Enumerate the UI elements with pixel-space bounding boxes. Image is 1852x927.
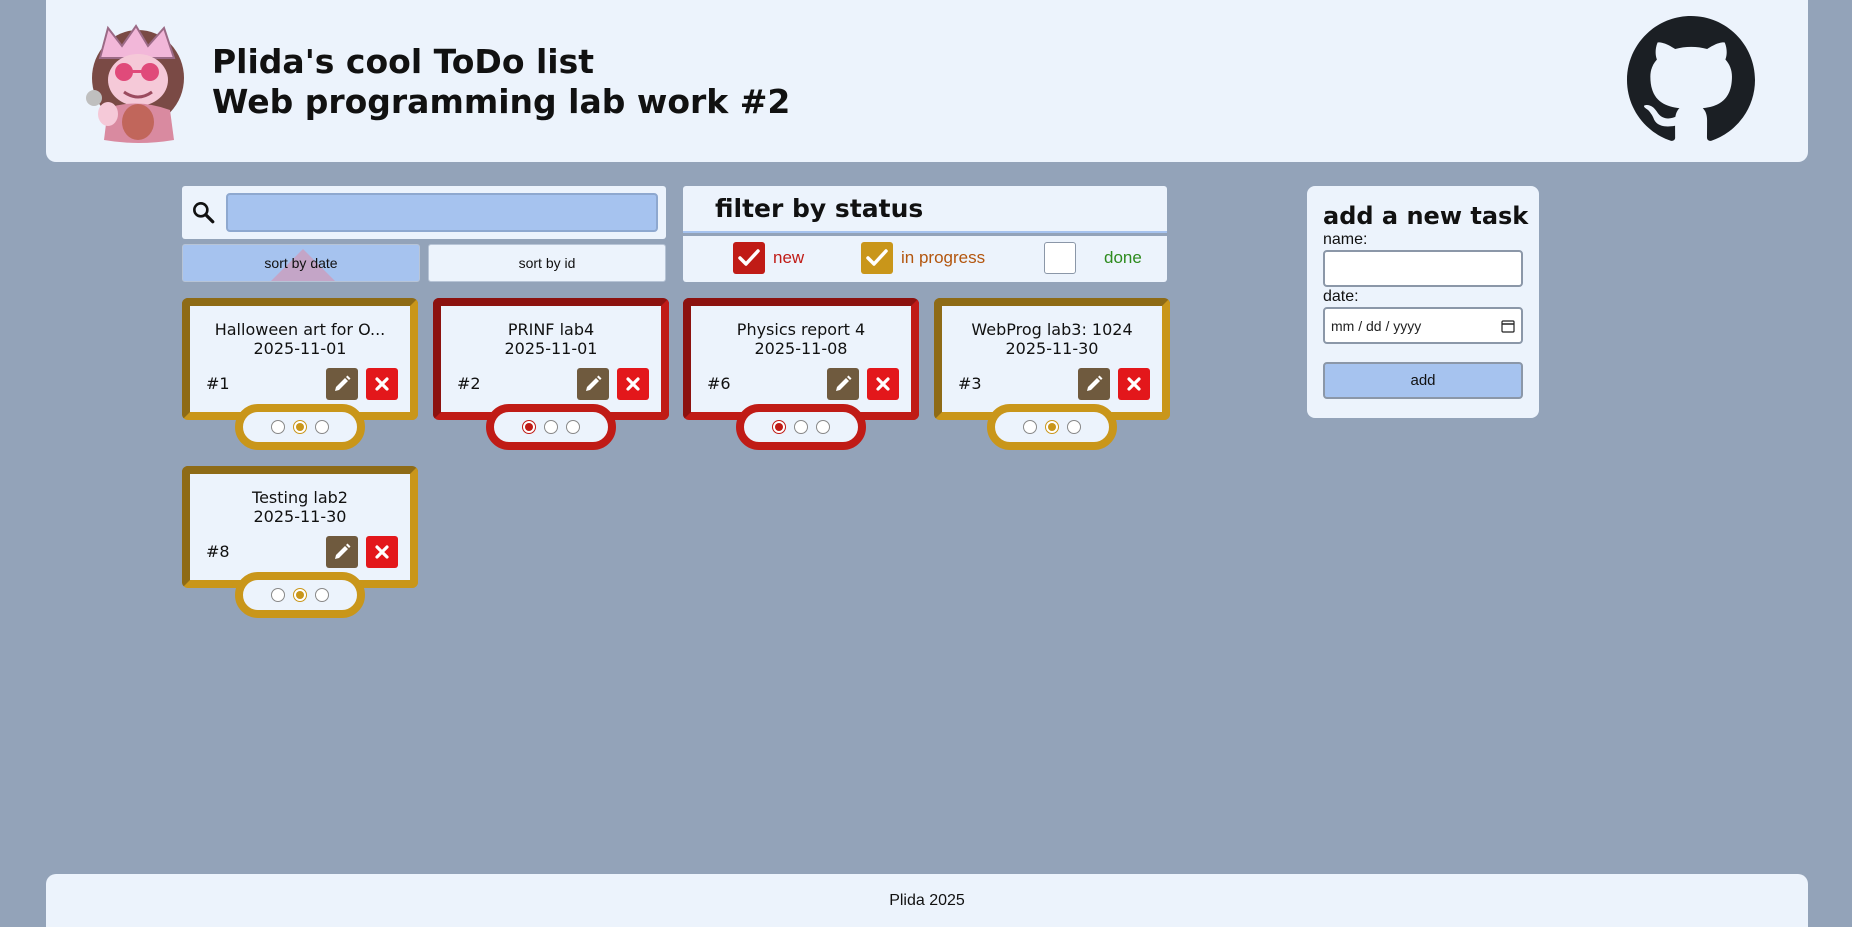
sort-by-date-button[interactable]: sort by date (182, 244, 420, 282)
delete-button[interactable] (1118, 368, 1150, 400)
status-radio-new[interactable] (522, 420, 536, 434)
delete-button[interactable] (366, 368, 398, 400)
filter-new-label: new (773, 248, 805, 267)
task-date: 2025-11-30 (1005, 339, 1099, 358)
task-name: Physics report 4 (736, 320, 866, 339)
status-selector (235, 572, 365, 618)
task-id: #8 (206, 542, 230, 561)
pencil-icon (335, 375, 351, 391)
sort-by-id-label: sort by id (518, 255, 576, 271)
status-radio-new[interactable] (1023, 420, 1037, 434)
close-icon (1127, 377, 1141, 391)
close-icon (626, 377, 640, 391)
delete-button[interactable] (617, 368, 649, 400)
close-icon (375, 545, 389, 559)
status-radio-done[interactable] (566, 420, 580, 434)
status-radio-in-progress[interactable] (293, 588, 307, 602)
date-placeholder: mm / dd / yyyy (1331, 317, 1422, 334)
task-date: 2025-11-01 (504, 339, 598, 358)
filter-title: filter by status (715, 194, 924, 223)
date-label: date: (1323, 288, 1359, 305)
calendar-icon[interactable] (1501, 319, 1515, 333)
status-selector (987, 404, 1117, 450)
task-card: Testing lab2 2025-11-30 #8 (182, 466, 418, 588)
filter-new-checkbox[interactable] (733, 242, 765, 274)
status-radio-done[interactable] (816, 420, 830, 434)
avatar (86, 24, 184, 143)
task-card: Physics report 4 2025-11-08 #6 (683, 298, 919, 420)
status-radio-new[interactable] (271, 420, 285, 434)
sort-by-date-label: sort by date (264, 255, 338, 271)
pencil-icon (836, 375, 852, 391)
search-icon (193, 202, 215, 224)
page-title: Plida's cool ToDo list (212, 42, 595, 81)
status-radio-in-progress[interactable] (293, 420, 307, 434)
task-name-field[interactable] (1323, 250, 1523, 287)
filter-header: filter by status (683, 186, 1167, 233)
status-radio-done[interactable] (1067, 420, 1081, 434)
close-icon (876, 377, 890, 391)
status-radio-done[interactable] (315, 588, 329, 602)
pencil-icon (586, 375, 602, 391)
add-task-panel: add a new task name: date: mm / dd / yyy… (1307, 186, 1539, 418)
filter-in-progress-checkbox[interactable] (861, 242, 893, 274)
footer-text: Plida 2025 (889, 891, 965, 909)
task-name: PRINF lab4 (507, 320, 595, 339)
task-id: #3 (958, 374, 982, 393)
task-card: WebProg lab3: 1024 2025-11-30 #3 (934, 298, 1170, 420)
edit-button[interactable] (326, 368, 358, 400)
task-date: 2025-11-30 (253, 507, 347, 526)
checkmark-icon (866, 249, 888, 266)
checkmark-icon (738, 249, 760, 266)
edit-button[interactable] (1078, 368, 1110, 400)
github-icon[interactable] (1626, 16, 1756, 144)
task-name: Halloween art for O... (214, 320, 386, 339)
page-footer: Plida 2025 (46, 874, 1808, 927)
add-task-title: add a new task (1323, 202, 1529, 230)
task-card: PRINF lab4 2025-11-01 #2 (433, 298, 669, 420)
edit-button[interactable] (577, 368, 609, 400)
sort-by-id-button[interactable]: sort by id (428, 244, 666, 282)
task-id: #1 (206, 374, 230, 393)
search-input[interactable] (226, 193, 658, 232)
task-id: #6 (707, 374, 731, 393)
status-radio-new[interactable] (772, 420, 786, 434)
status-radio-done[interactable] (315, 420, 329, 434)
add-task-button[interactable]: add (1323, 362, 1523, 399)
delete-button[interactable] (366, 536, 398, 568)
search-bar (182, 186, 666, 239)
status-selector (235, 404, 365, 450)
edit-button[interactable] (326, 536, 358, 568)
task-name: WebProg lab3: 1024 (971, 320, 1133, 339)
task-date-field[interactable]: mm / dd / yyyy (1323, 307, 1523, 344)
close-icon (375, 377, 389, 391)
delete-button[interactable] (867, 368, 899, 400)
task-name: Testing lab2 (252, 488, 348, 507)
filter-status-row: new in progress done (683, 236, 1167, 282)
task-card: Halloween art for O... 2025-11-01 #1 (182, 298, 418, 420)
status-radio-in-progress[interactable] (544, 420, 558, 434)
status-radio-in-progress[interactable] (1045, 420, 1059, 434)
task-date: 2025-11-08 (754, 339, 848, 358)
status-radio-new[interactable] (271, 588, 285, 602)
filter-done-label: done (1104, 248, 1142, 267)
filter-in-progress-label: in progress (901, 248, 986, 267)
name-label: name: (1323, 231, 1368, 248)
edit-button[interactable] (827, 368, 859, 400)
pencil-icon (335, 543, 351, 559)
filter-done-checkbox[interactable] (1044, 242, 1076, 274)
task-id: #2 (457, 374, 481, 393)
page-header: Plida's cool ToDo list Web programming l… (46, 0, 1808, 162)
status-radio-in-progress[interactable] (794, 420, 808, 434)
status-selector (736, 404, 866, 450)
pencil-icon (1087, 375, 1103, 391)
page-subtitle: Web programming lab work #2 (212, 82, 791, 121)
status-selector (486, 404, 616, 450)
task-date: 2025-11-01 (253, 339, 347, 358)
